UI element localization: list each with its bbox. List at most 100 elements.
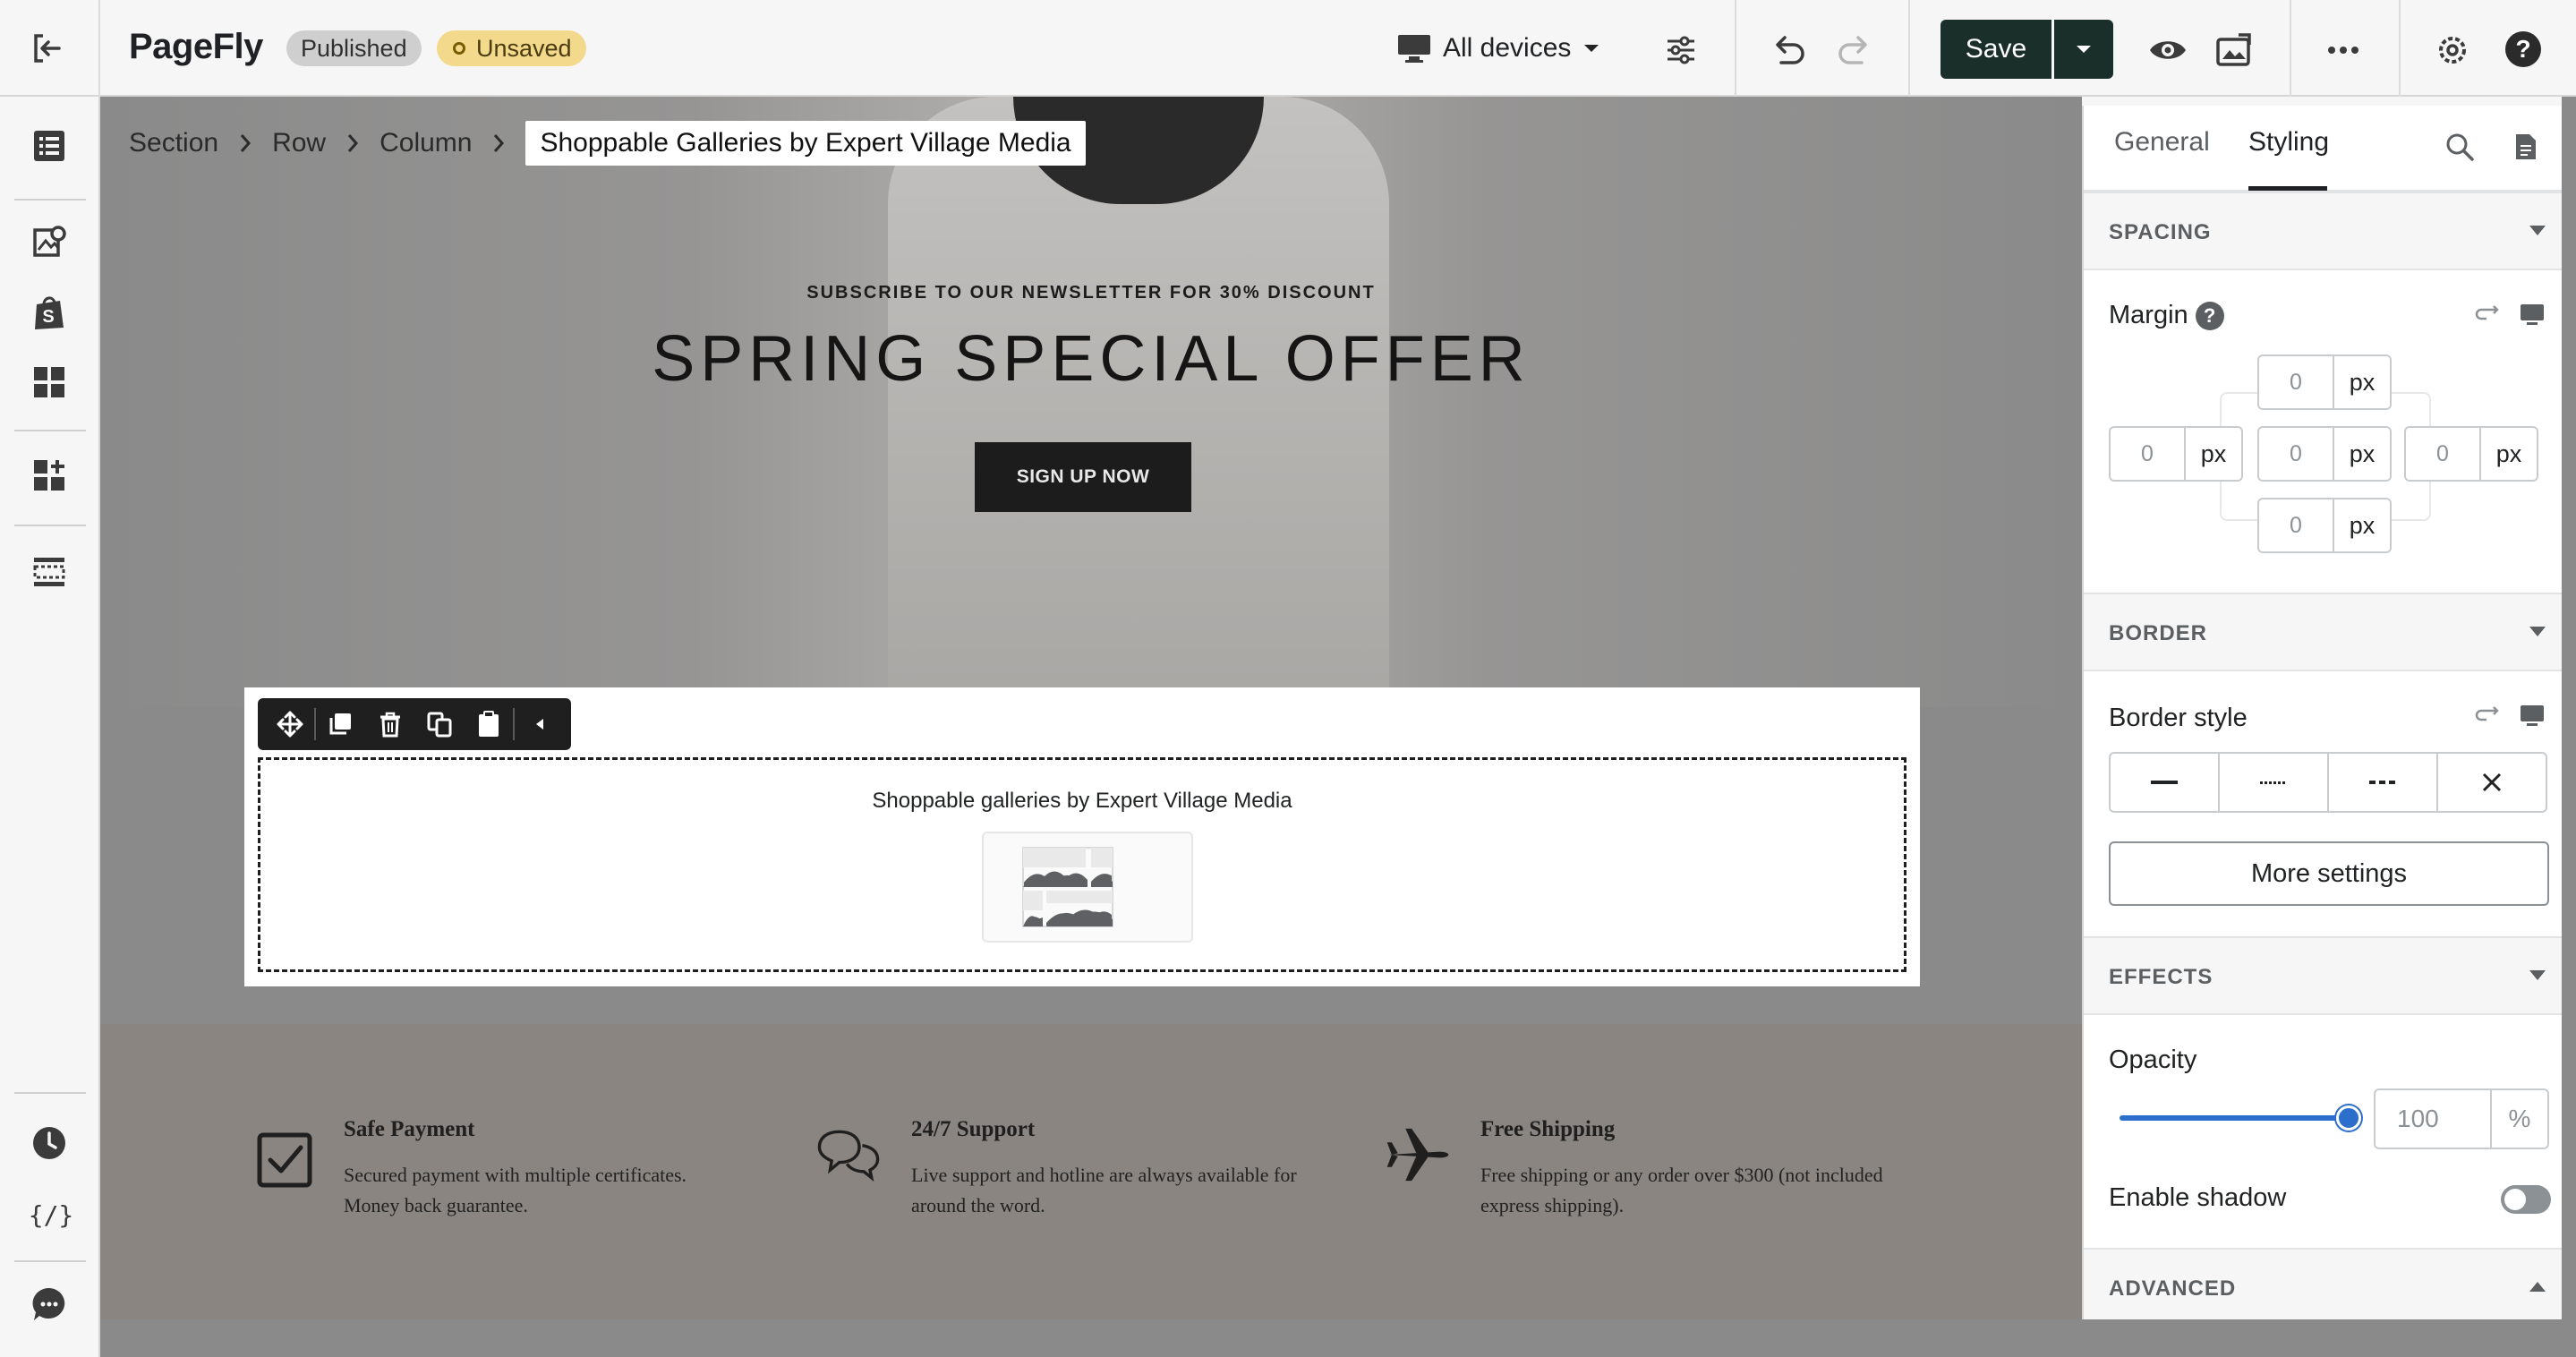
breadcrumb-item-section[interactable]: Section bbox=[129, 128, 218, 158]
margin-all-input[interactable]: 0 px bbox=[2257, 426, 2392, 482]
devices-label: All devices bbox=[1443, 33, 1572, 63]
divider bbox=[14, 1092, 86, 1094]
add-element-icon[interactable] bbox=[29, 455, 70, 496]
gear-icon[interactable] bbox=[2431, 29, 2474, 72]
trash-icon[interactable] bbox=[365, 698, 414, 750]
exit-icon[interactable] bbox=[27, 29, 66, 68]
panel-tabs: General Styling bbox=[2084, 106, 2562, 192]
chat-bubbles-icon bbox=[817, 1130, 880, 1182]
save-options-button[interactable] bbox=[2054, 20, 2113, 79]
margin-bottom-input[interactable]: 0 px bbox=[2257, 498, 2392, 553]
feature-title: Free Shipping bbox=[1480, 1117, 1616, 1141]
breadcrumb-item-column[interactable]: Column bbox=[380, 128, 472, 158]
gallery-icon[interactable] bbox=[2213, 29, 2256, 72]
device-selector[interactable]: All devices bbox=[1396, 27, 1601, 70]
margin-bottom-unit[interactable]: px bbox=[2334, 499, 2390, 551]
sliders-settings-icon[interactable] bbox=[1661, 30, 1701, 70]
section-label: ADVANCED bbox=[2109, 1276, 2237, 1301]
copy-icon[interactable] bbox=[414, 698, 464, 750]
spacing-section-header[interactable]: SPACING bbox=[2084, 192, 2562, 270]
paste-icon[interactable] bbox=[464, 698, 513, 750]
unsaved-label: Unsaved bbox=[476, 35, 572, 62]
effects-section-header[interactable]: EFFECTS bbox=[2084, 936, 2562, 1015]
border-dotted-icon[interactable] bbox=[2220, 754, 2329, 811]
divider bbox=[1908, 0, 1910, 97]
hero-subtitle: SUBSCRIBE TO OUR NEWSLETTER FOR 30% DISC… bbox=[806, 283, 1376, 303]
opacity-value[interactable]: 100 bbox=[2376, 1090, 2492, 1148]
border-style-label: Border style bbox=[2109, 704, 2248, 732]
more-options-icon[interactable] bbox=[2322, 30, 2365, 70]
margin-top-input[interactable]: 0 px bbox=[2257, 354, 2392, 410]
move-icon[interactable] bbox=[265, 698, 314, 750]
opacity-slider-track[interactable] bbox=[2120, 1115, 2349, 1121]
help-icon[interactable]: ? bbox=[2195, 302, 2224, 331]
layers-list-icon[interactable] bbox=[29, 125, 70, 166]
active-tab-indicator bbox=[2248, 186, 2327, 191]
shoppable-gallery-element[interactable]: Shoppable galleries by Expert Village Me… bbox=[258, 757, 1906, 972]
margin-left-unit[interactable]: px bbox=[2186, 428, 2241, 480]
opacity-slider-thumb[interactable] bbox=[2336, 1105, 2361, 1131]
section-label: SPACING bbox=[2109, 220, 2212, 244]
tab-general[interactable]: General bbox=[2114, 127, 2210, 158]
feature-text: Free shipping or any order over $300 (no… bbox=[1480, 1164, 1883, 1216]
breadcrumb-item-row[interactable]: Row bbox=[272, 128, 326, 158]
grid-sections-icon[interactable] bbox=[29, 362, 70, 403]
divider bbox=[98, 0, 100, 97]
margin-all-value[interactable]: 0 bbox=[2259, 428, 2334, 480]
margin-right-input[interactable]: 0 px bbox=[2404, 426, 2538, 482]
divider bbox=[1735, 0, 1736, 97]
unsaved-dot-icon bbox=[453, 42, 465, 55]
margin-left-value[interactable]: 0 bbox=[2111, 428, 2186, 480]
history-clock-icon[interactable] bbox=[29, 1122, 70, 1164]
desktop-icon[interactable] bbox=[2517, 702, 2547, 730]
gallery-placeholder-icon bbox=[982, 832, 1193, 943]
unsaved-badge: Unsaved bbox=[437, 30, 586, 66]
duplicate-icon[interactable] bbox=[316, 698, 365, 750]
select-parent-icon[interactable] bbox=[515, 698, 564, 750]
border-solid-icon[interactable] bbox=[2111, 754, 2220, 811]
feature-title: Safe Payment bbox=[344, 1117, 475, 1141]
breadcrumb-current[interactable]: Shoppable Galleries by Expert Village Me… bbox=[525, 121, 1086, 166]
margin-right-unit[interactable]: px bbox=[2481, 428, 2537, 480]
chat-support-icon[interactable] bbox=[29, 1284, 70, 1325]
document-icon[interactable] bbox=[2510, 129, 2542, 165]
tab-styling[interactable]: Styling bbox=[2248, 127, 2329, 158]
redo-icon[interactable] bbox=[1833, 29, 1876, 72]
border-none-icon[interactable] bbox=[2438, 754, 2546, 811]
preview-eye-icon[interactable] bbox=[2146, 30, 2189, 70]
media-library-icon[interactable] bbox=[29, 220, 70, 261]
section-label: EFFECTS bbox=[2109, 965, 2213, 989]
undo-icon[interactable] bbox=[1767, 29, 1810, 72]
opacity-label: Opacity bbox=[2109, 1045, 2197, 1074]
link-values-icon[interactable] bbox=[2472, 301, 2503, 329]
help-icon[interactable]: ? bbox=[2501, 27, 2546, 72]
enable-shadow-toggle[interactable] bbox=[2501, 1185, 2551, 1214]
margin-bottom-value[interactable]: 0 bbox=[2259, 499, 2334, 551]
shopify-bag-icon[interactable]: S bbox=[29, 292, 70, 333]
divider bbox=[14, 430, 86, 431]
opacity-input[interactable]: 100 % bbox=[2374, 1088, 2549, 1149]
features-section[interactable]: Safe Payment Secured payment with multip… bbox=[100, 1024, 2082, 1319]
feature-title: 24/7 Support bbox=[911, 1117, 1036, 1141]
border-section-header[interactable]: BORDER bbox=[2084, 593, 2562, 671]
margin-top-value[interactable]: 0 bbox=[2259, 356, 2334, 408]
search-icon[interactable] bbox=[2442, 129, 2478, 165]
save-button[interactable]: Save bbox=[1941, 20, 2051, 79]
custom-code-icon[interactable]: {/} bbox=[29, 1194, 73, 1235]
margin-right-value[interactable]: 0 bbox=[2406, 428, 2481, 480]
link-values-icon[interactable] bbox=[2472, 702, 2503, 730]
sign-up-button[interactable]: SIGN UP NOW bbox=[975, 442, 1191, 512]
margin-all-unit[interactable]: px bbox=[2334, 428, 2390, 480]
margin-top-unit[interactable]: px bbox=[2334, 356, 2390, 408]
margin-left-input[interactable]: 0 px bbox=[2109, 426, 2243, 482]
section-label: BORDER bbox=[2109, 621, 2208, 645]
chevron-down-icon bbox=[2529, 970, 2546, 980]
more-settings-button[interactable]: More settings bbox=[2109, 841, 2549, 906]
divider bbox=[2399, 0, 2401, 97]
section-template-icon[interactable] bbox=[29, 551, 70, 593]
desktop-icon[interactable] bbox=[2517, 301, 2547, 329]
advanced-section-header[interactable]: ADVANCED bbox=[2084, 1248, 2562, 1319]
top-bar: PageFly Published Unsaved All devices Sa… bbox=[0, 0, 2576, 97]
svg-text:{/}: {/} bbox=[30, 1200, 72, 1230]
border-dashed-icon[interactable] bbox=[2329, 754, 2438, 811]
